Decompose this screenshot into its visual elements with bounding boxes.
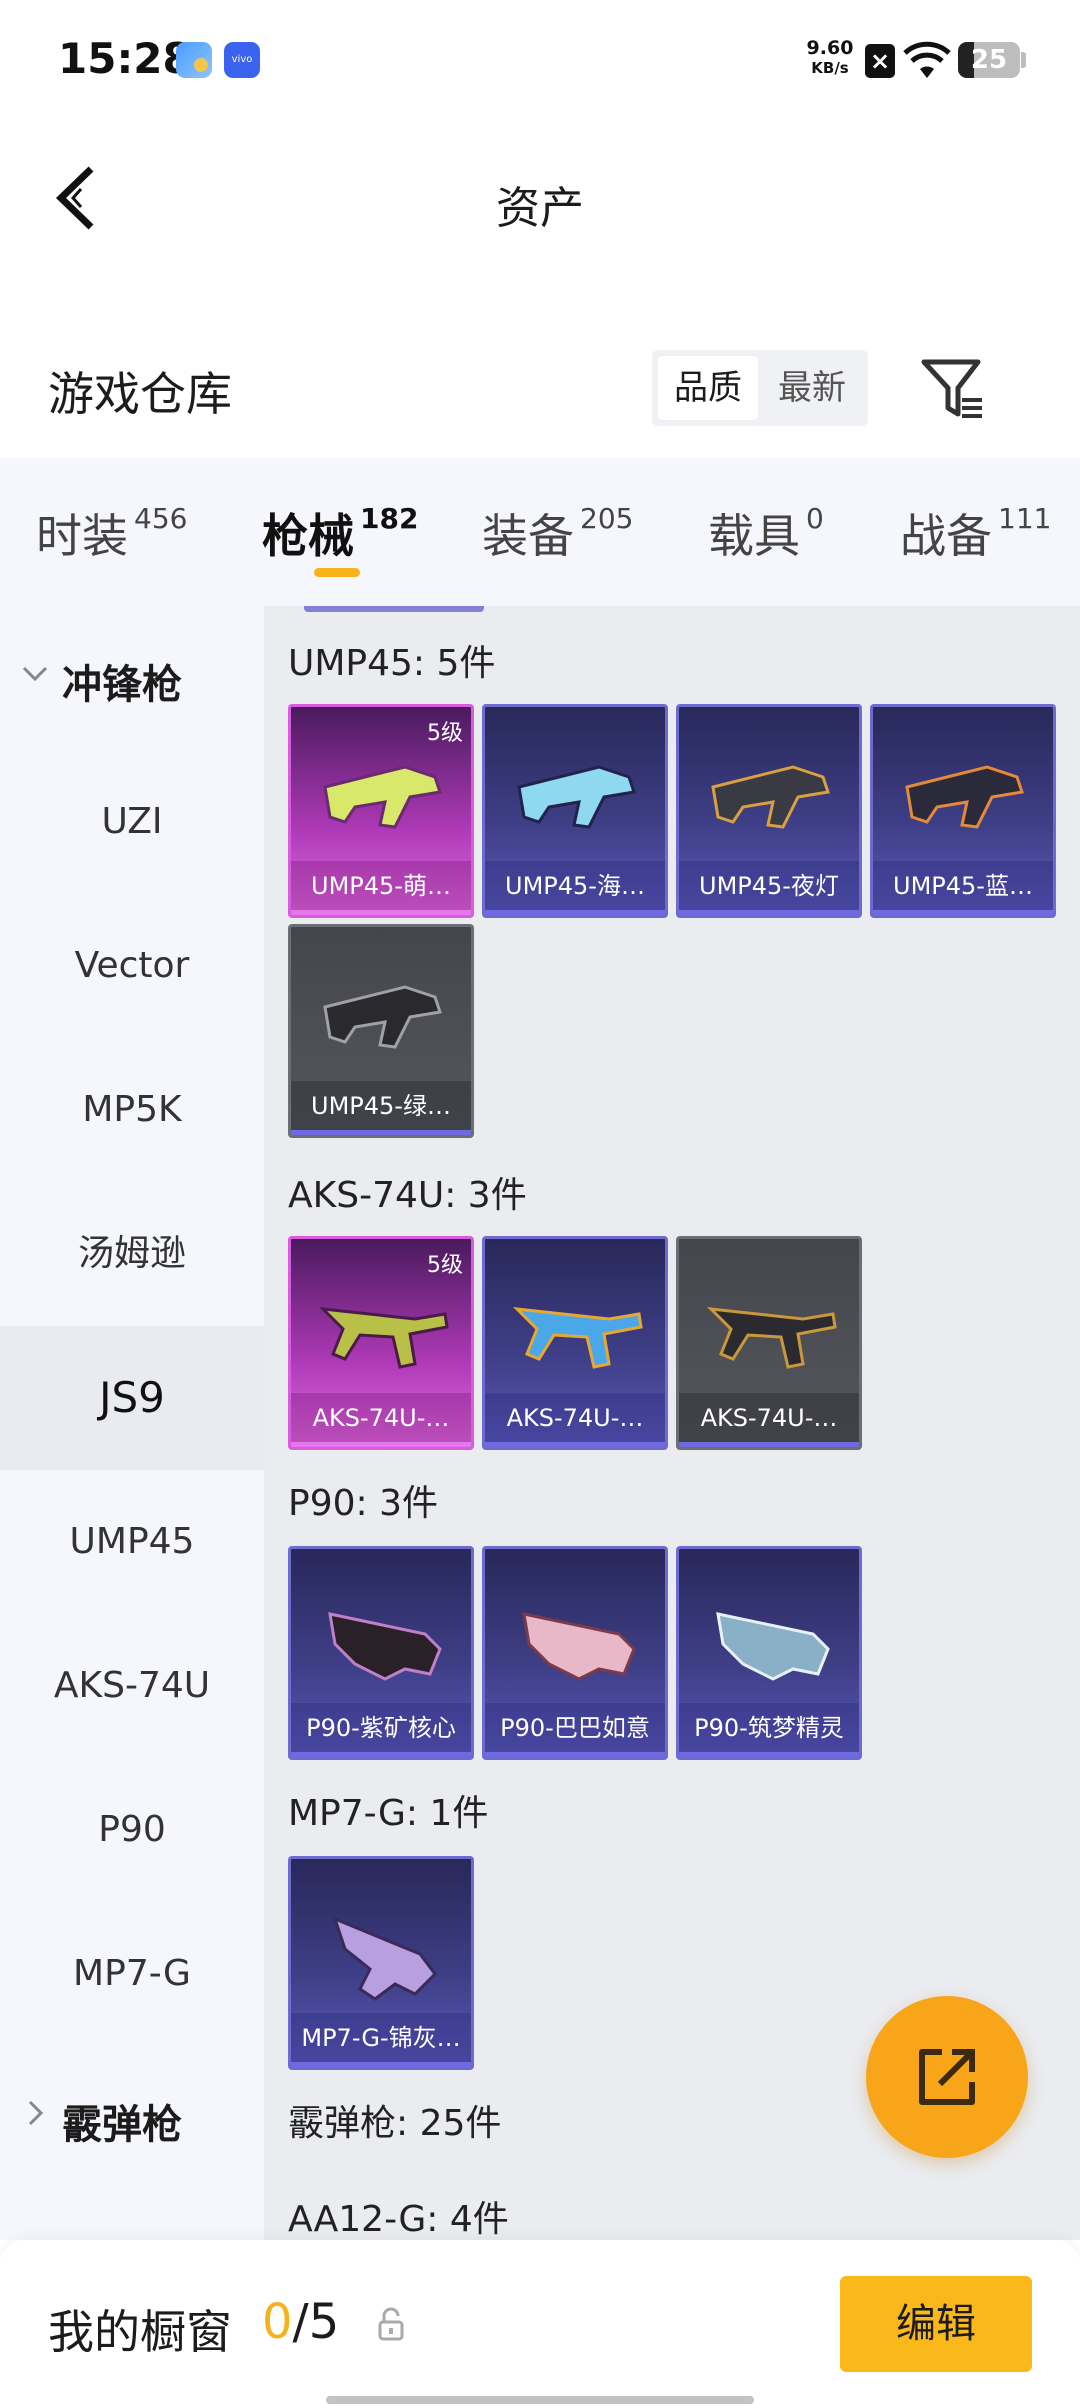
sidebar-item-uzi[interactable]: UZI (0, 750, 264, 894)
category-tabs: 时装 456 枪械 182 装备 205 载具 0 战备 111 (0, 458, 1080, 606)
weapon-card[interactable]: 5级 AKS-74U-… (288, 1236, 474, 1450)
tab-vehicles[interactable]: 载具 0 (708, 500, 824, 566)
gun-image (512, 1307, 643, 1369)
header: 资产 (0, 120, 1080, 280)
gun-image (323, 985, 442, 1049)
section-title-aa12g: AA12-G: 4件 (288, 2199, 509, 2240)
weapon-card[interactable]: P90-巴巴如意 (482, 1546, 668, 1760)
battery-icon: 25 (958, 42, 1020, 78)
sidebar-item-mp7g[interactable]: MP7-G (0, 1902, 264, 2046)
sidebar-item-js9[interactable]: JS9 (0, 1326, 264, 1470)
weapon-name: AKS-74U-… (485, 1393, 665, 1447)
weapon-name: P90-筑梦精灵 (679, 1703, 859, 1757)
weapon-card[interactable]: 5级 UMP45-萌… (288, 704, 474, 918)
sort-newest-option[interactable]: 最新 (762, 356, 862, 420)
weapon-list: UMP45: 5件 5级 UMP45-萌… UMP45-海… UMP45-夜灯 … (264, 606, 1080, 2240)
sort-quality-option[interactable]: 品质 (658, 356, 758, 420)
notification-app-icon (176, 42, 212, 78)
gun-image (716, 1612, 830, 1681)
gun-image (517, 765, 636, 829)
gun-image (323, 765, 442, 829)
weapon-card[interactable]: UMP45-夜灯 (676, 704, 862, 918)
lock-icon (378, 2307, 404, 2341)
weapon-name: AKS-74U-… (679, 1393, 859, 1447)
sidebar-item-thompson[interactable]: 汤姆逊 (0, 1182, 264, 1326)
weapon-card[interactable]: P90-紫矿核心 (288, 1546, 474, 1760)
weapon-name: UMP45-萌… (291, 861, 471, 915)
active-tab-indicator (314, 568, 360, 577)
weapon-name: P90-紫矿核心 (291, 1703, 471, 1757)
section-title-p90: P90: 3件 (288, 1483, 438, 1524)
edit-button[interactable]: 编辑 (840, 2276, 1032, 2372)
weapon-name: MP7-G-锦灰… (291, 2013, 471, 2067)
chevron-down-icon (22, 666, 48, 682)
level-badge: 5级 (427, 721, 463, 746)
vivo-app-icon: vivo (224, 42, 260, 78)
chevron-right-icon (28, 2100, 44, 2126)
gun-image (706, 1307, 837, 1369)
tab-fashion[interactable]: 时装 456 (36, 500, 187, 566)
weapon-card[interactable]: UMP45-绿… (288, 924, 474, 1138)
sidebar-group-shotgun[interactable]: 霰弹枪 (0, 2046, 264, 2190)
weapon-type-sidebar: 冲锋枪 UZI Vector MP5K 汤姆逊 JS9 UMP45 AKS-74… (0, 606, 264, 2240)
weapon-card[interactable]: MP7-G-锦灰… (288, 1856, 474, 2070)
weapon-name: UMP45-蓝… (873, 861, 1053, 915)
battery-tip (1021, 52, 1026, 68)
battery-percent: 25 (970, 45, 1008, 75)
tab-supplies[interactable]: 战备 111 (900, 500, 1051, 566)
warehouse-header: 游戏仓库 品质 最新 (0, 320, 1080, 460)
page-title: 资产 (496, 183, 584, 234)
gun-image (711, 765, 830, 829)
section-title-mp7g: MP7-G: 1件 (288, 1793, 489, 1834)
sidebar-item-vector[interactable]: Vector (0, 894, 264, 1038)
gun-image (905, 765, 1024, 829)
home-indicator[interactable] (326, 2396, 754, 2404)
section-title-aks74u: AKS-74U: 3件 (288, 1175, 527, 1216)
gun-image (328, 1612, 442, 1681)
sidebar-item-p90[interactable]: P90 (0, 1758, 264, 1902)
level-badge: 5级 (427, 1253, 463, 1278)
filter-icon[interactable] (920, 356, 986, 422)
sidebar-item-ump45[interactable]: UMP45 (0, 1470, 264, 1614)
weapon-card[interactable]: AKS-74U-… (482, 1236, 668, 1450)
showcase-label: 我的橱窗 (48, 2305, 232, 2359)
showcase-bar: 我的橱窗 0/5 编辑 (0, 2240, 1080, 2408)
tab-firearms[interactable]: 枪械 182 (262, 500, 418, 566)
gun-image (318, 1307, 449, 1369)
network-speed: 9.60 KB/s (806, 37, 854, 77)
share-button[interactable] (866, 1996, 1028, 2158)
section-title-ump45: UMP45: 5件 (288, 643, 496, 684)
status-time: 15:28 (58, 34, 192, 83)
weapon-name: AKS-74U-… (291, 1393, 471, 1447)
section-title-shotgun: 霰弹枪: 25件 (288, 2103, 502, 2144)
tab-equipment[interactable]: 装备 205 (482, 500, 633, 566)
sort-toggle: 品质 最新 (652, 350, 868, 426)
weapon-card[interactable]: AKS-74U-… (676, 1236, 862, 1450)
weapon-card[interactable]: UMP45-海… (482, 704, 668, 918)
share-icon (919, 2049, 975, 2105)
weapon-name: P90-巴巴如意 (485, 1703, 665, 1757)
showcase-count: 0/5 (262, 2294, 340, 2350)
sidebar-group-smg[interactable]: 冲锋枪 (0, 606, 264, 750)
weapon-card[interactable]: P90-筑梦精灵 (676, 1546, 862, 1760)
sidebar-item-mp5k[interactable]: MP5K (0, 1038, 264, 1182)
weapon-name: UMP45-海… (485, 861, 665, 915)
sidebar-item-aks74u[interactable]: AKS-74U (0, 1614, 264, 1758)
status-bar: 15:28 vivo 9.60 KB/s × 25 (0, 0, 1080, 120)
gun-image (522, 1612, 636, 1681)
wifi-icon (903, 41, 951, 78)
scroll-marker (304, 606, 484, 612)
gun-image (332, 1916, 437, 2001)
no-sim-icon: × (865, 44, 895, 78)
weapon-name: UMP45-夜灯 (679, 861, 859, 915)
weapon-card[interactable]: UMP45-蓝… (870, 704, 1056, 918)
weapon-name: UMP45-绿… (291, 1081, 471, 1135)
warehouse-title: 游戏仓库 (48, 367, 232, 421)
